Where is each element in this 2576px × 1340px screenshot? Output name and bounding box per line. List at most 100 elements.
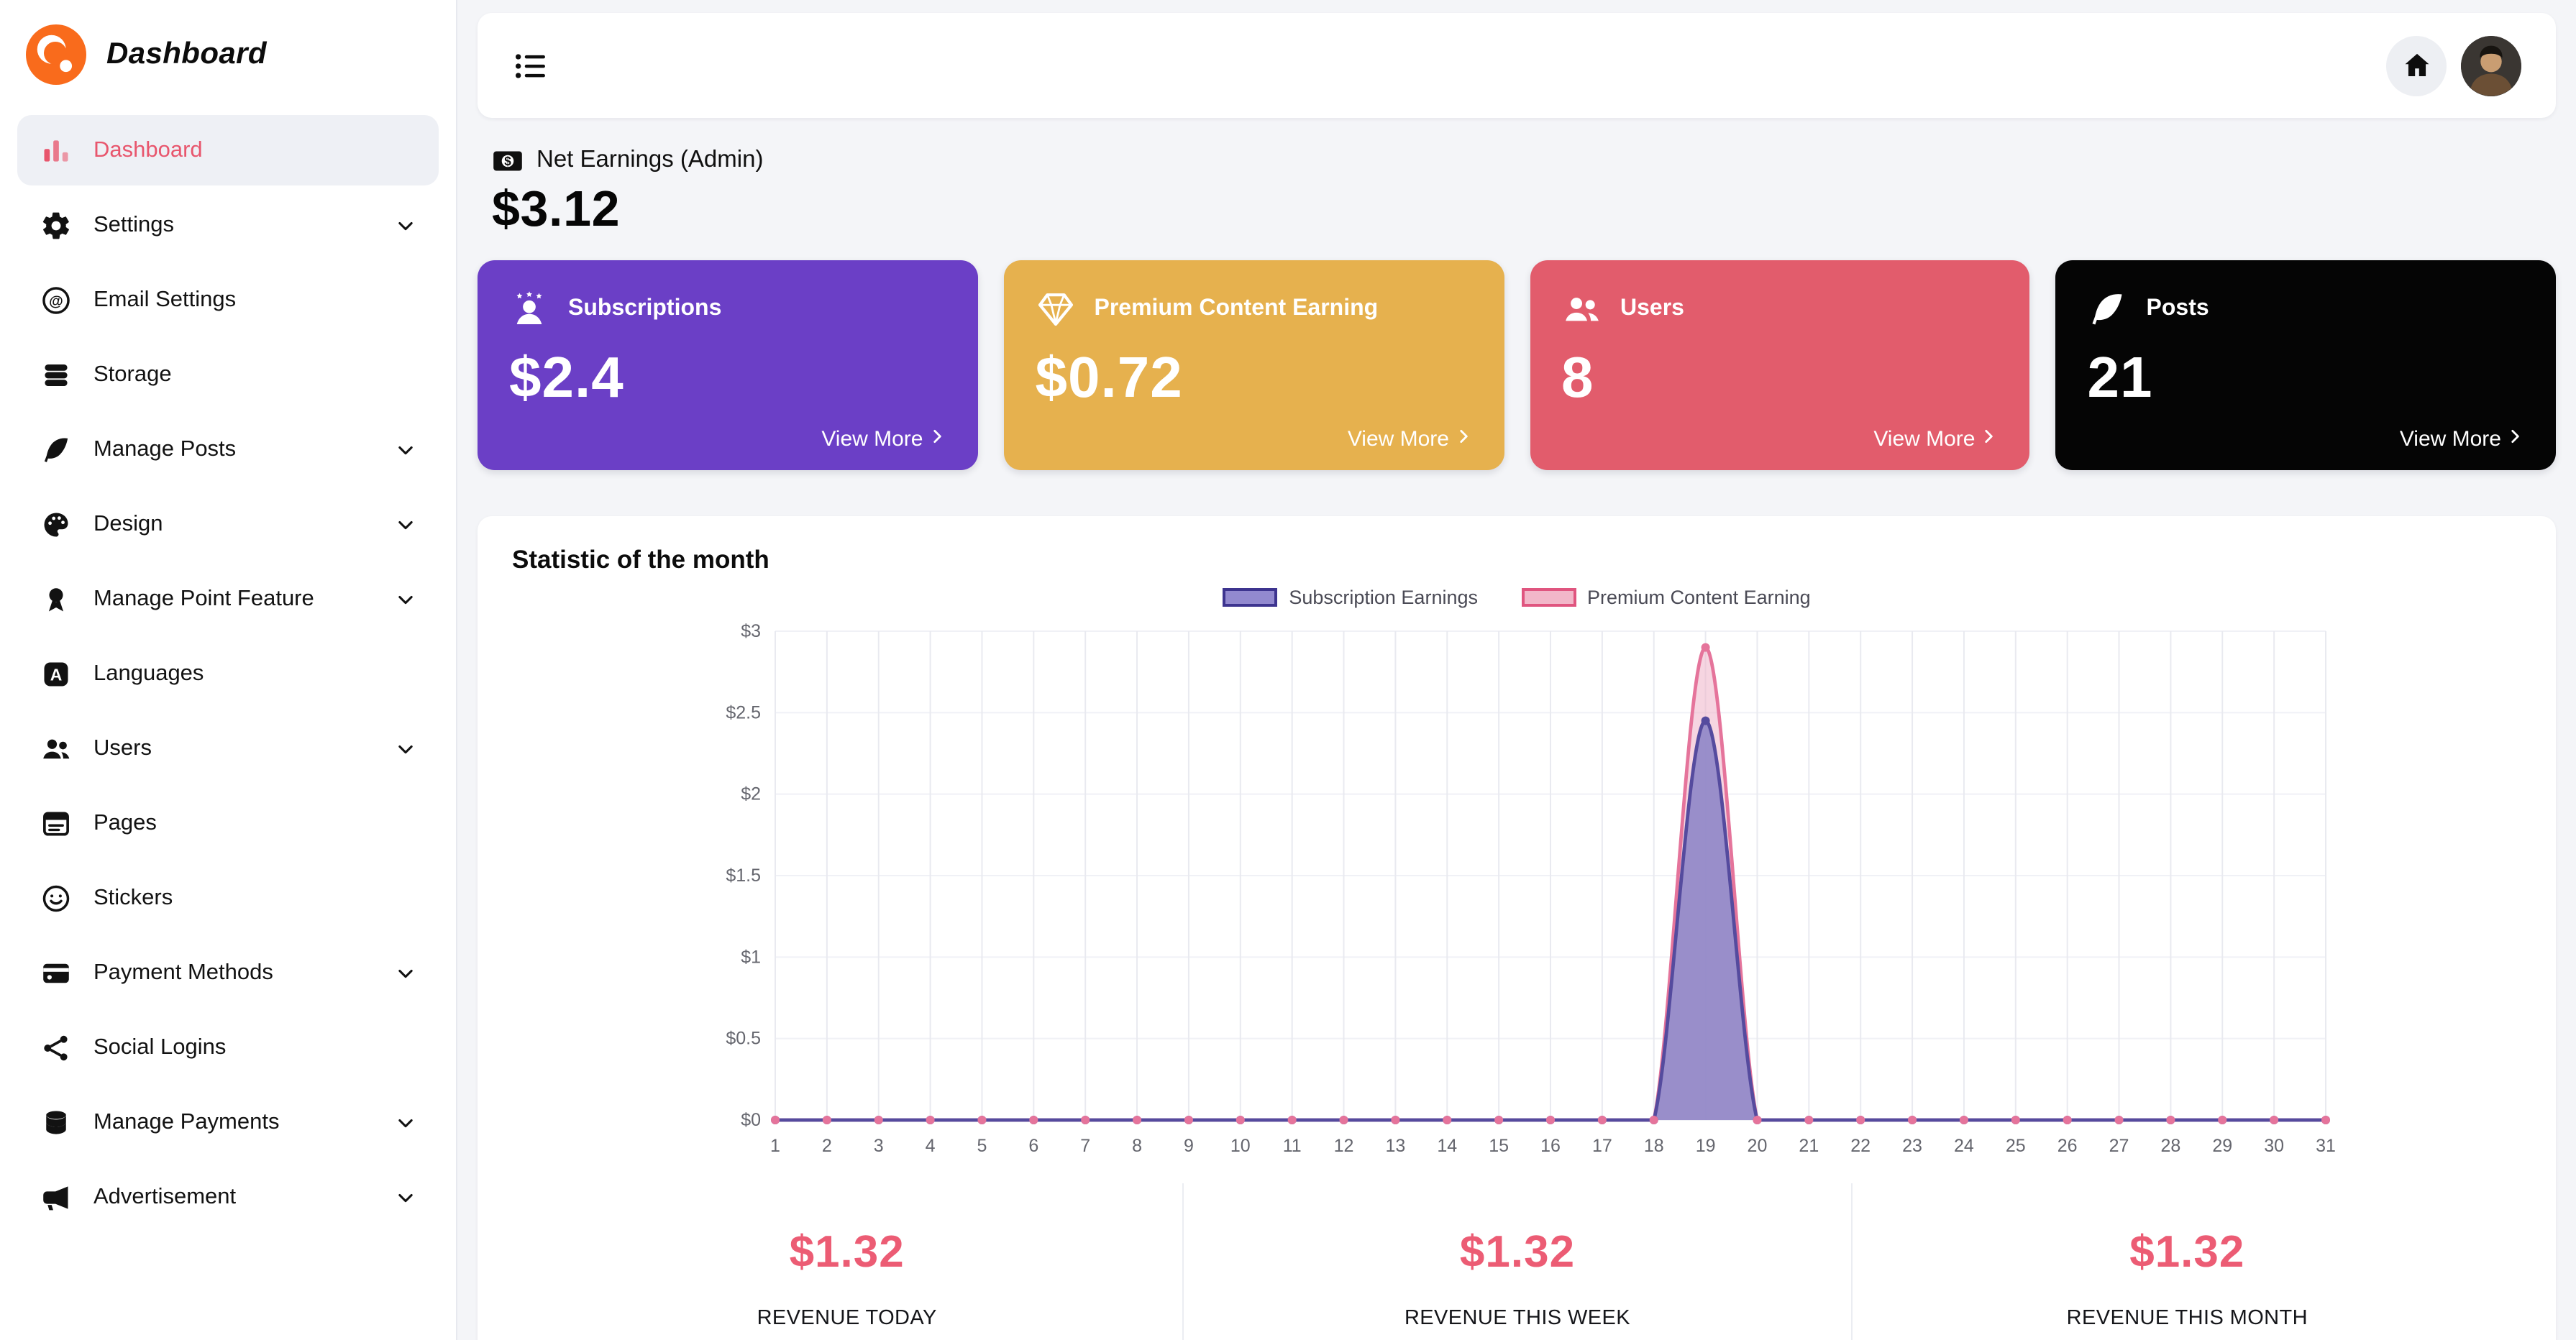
sidebar-item-label: Email Settings bbox=[93, 287, 236, 313]
svg-text:18: 18 bbox=[1643, 1136, 1663, 1156]
revenue-stat-revenue-this-week: $1.32REVENUE THIS WEEK bbox=[1182, 1183, 1851, 1340]
svg-text:23: 23 bbox=[1901, 1136, 1922, 1156]
svg-text:21: 21 bbox=[1798, 1136, 1818, 1156]
revenue-label: REVENUE THIS WEEK bbox=[1183, 1307, 1851, 1330]
group-icon bbox=[1561, 289, 1602, 329]
net-earnings-label: Net Earnings (Admin) bbox=[536, 147, 763, 174]
sidebar-item-manage-point-feature[interactable]: Manage Point Feature bbox=[17, 564, 439, 634]
svg-text:11: 11 bbox=[1282, 1136, 1301, 1156]
dashboard-icon bbox=[40, 134, 72, 166]
sidebar-item-storage[interactable]: Storage bbox=[17, 339, 439, 410]
card-icon bbox=[40, 957, 72, 988]
logo-title: Dashboard bbox=[106, 37, 267, 72]
stat-card-value: 8 bbox=[1561, 347, 1999, 411]
chart-area: $0$0.5$1$1.5$2$2.5$312345678910111213141… bbox=[682, 614, 2351, 1163]
sidebar-item-label: Storage bbox=[93, 362, 172, 387]
chart-legend: Subscription Earnings Premium Content Ear… bbox=[512, 587, 2521, 608]
stat-card-value: $0.72 bbox=[1036, 347, 1473, 411]
svg-text:31: 31 bbox=[2315, 1136, 2335, 1156]
legend-swatch bbox=[1223, 588, 1277, 607]
sidebar-item-pages[interactable]: Pages bbox=[17, 788, 439, 858]
palette-icon bbox=[40, 508, 72, 540]
svg-text:24: 24 bbox=[1953, 1136, 1973, 1156]
sidebar-item-label: Design bbox=[93, 511, 163, 537]
chevron-right-icon bbox=[2506, 427, 2524, 451]
legend-item-subscription-earnings[interactable]: Subscription Earnings bbox=[1223, 587, 1478, 608]
sidebar-item-design[interactable]: Design bbox=[17, 489, 439, 559]
legend-item-premium-content-earning[interactable]: Premium Content Earning bbox=[1521, 587, 1811, 608]
sidebar-item-users[interactable]: Users bbox=[17, 713, 439, 784]
sidebar-item-payment-methods[interactable]: Payment Methods bbox=[17, 937, 439, 1008]
sidebar-item-stickers[interactable]: Stickers bbox=[17, 863, 439, 933]
sidebar-item-settings[interactable]: Settings bbox=[17, 190, 439, 260]
logo[interactable]: Dashboard bbox=[0, 0, 456, 105]
users-icon bbox=[40, 733, 72, 764]
sidebar-item-advertisement[interactable]: Advertisement bbox=[17, 1162, 439, 1232]
svg-text:14: 14 bbox=[1436, 1136, 1456, 1156]
sidebar-item-manage-payments[interactable]: Manage Payments bbox=[17, 1087, 439, 1157]
svg-text:27: 27 bbox=[2109, 1136, 2129, 1156]
chevron-right-icon bbox=[928, 427, 946, 451]
svg-text:20: 20 bbox=[1747, 1136, 1767, 1156]
svg-text:13: 13 bbox=[1384, 1136, 1405, 1156]
sidebar-item-languages[interactable]: ALanguages bbox=[17, 638, 439, 709]
stat-card-posts: Posts21View More bbox=[2056, 260, 2557, 470]
svg-text:$: $ bbox=[504, 154, 511, 168]
medal-icon bbox=[40, 583, 72, 615]
svg-text:30: 30 bbox=[2263, 1136, 2283, 1156]
net-earnings-value: $3.12 bbox=[492, 181, 2544, 239]
svg-text:26: 26 bbox=[2057, 1136, 2077, 1156]
money-icon: $ bbox=[492, 147, 524, 173]
stat-card-subscriptions: Subscriptions $2.4 View More bbox=[478, 260, 978, 470]
sidebar-item-label: Manage Payments bbox=[93, 1109, 280, 1135]
view-more-button[interactable]: View More bbox=[1339, 426, 1481, 453]
svg-text:5: 5 bbox=[977, 1136, 987, 1156]
at-icon: @ bbox=[40, 284, 72, 316]
view-more-button[interactable]: View More bbox=[1865, 426, 2006, 453]
sidebar-item-label: Manage Posts bbox=[93, 436, 236, 462]
topbar bbox=[478, 13, 2556, 118]
sidebar-item-social-logins[interactable]: Social Logins bbox=[17, 1012, 439, 1083]
chevron-right-icon bbox=[1453, 427, 1472, 451]
stat-card-header: Posts bbox=[2088, 289, 2525, 329]
avatar-button[interactable] bbox=[2461, 35, 2521, 96]
svg-text:$3: $3 bbox=[740, 621, 760, 641]
view-more-label: View More bbox=[1348, 427, 1449, 451]
diamond-icon bbox=[1036, 289, 1076, 329]
svg-text:@: @ bbox=[49, 293, 63, 308]
statistics-title: Statistic of the month bbox=[512, 545, 2521, 575]
sidebar-menu: DashboardSettings @ Email Settings Storage M… bbox=[0, 105, 456, 1242]
translate-icon: A bbox=[40, 658, 72, 689]
stat-card-header: Premium Content Earning bbox=[1036, 289, 1473, 329]
svg-text:19: 19 bbox=[1695, 1136, 1715, 1156]
menu-toggle-button[interactable] bbox=[512, 47, 549, 84]
sidebar-item-dashboard[interactable]: Dashboard bbox=[17, 115, 439, 185]
sidebar-item-manage-posts[interactable]: Manage Posts bbox=[17, 414, 439, 485]
user-avatar bbox=[2461, 35, 2521, 96]
gear-icon bbox=[40, 209, 72, 241]
svg-text:$2.5: $2.5 bbox=[725, 702, 760, 722]
stat-card-title: Posts bbox=[2147, 296, 2209, 322]
statistics-card: Statistic of the month Subscription Earn… bbox=[478, 516, 2556, 1340]
view-more-button[interactable]: View More bbox=[813, 426, 954, 453]
home-button[interactable] bbox=[2386, 35, 2447, 96]
svg-text:29: 29 bbox=[2211, 1136, 2232, 1156]
stat-card-value: $2.4 bbox=[509, 347, 946, 411]
sidebar-item-email-settings[interactable]: @ Email Settings bbox=[17, 265, 439, 335]
chevron-down-icon bbox=[396, 439, 416, 459]
svg-text:25: 25 bbox=[2005, 1136, 2025, 1156]
coins-icon bbox=[40, 1106, 72, 1138]
stat-card-title: Subscriptions bbox=[568, 296, 721, 322]
chevron-down-icon bbox=[396, 589, 416, 609]
revenue-stat-revenue-today: $1.32REVENUE TODAY bbox=[512, 1183, 1182, 1340]
view-more-label: View More bbox=[821, 427, 923, 451]
stat-card-title: Premium Content Earning bbox=[1095, 296, 1379, 322]
svg-text:28: 28 bbox=[2160, 1136, 2180, 1156]
sidebar-item-label: Social Logins bbox=[93, 1034, 226, 1060]
view-more-button[interactable]: View More bbox=[2391, 426, 2533, 453]
database-icon bbox=[40, 359, 72, 390]
share-icon bbox=[40, 1032, 72, 1063]
revenue-value: $1.32 bbox=[1853, 1226, 2521, 1278]
svg-text:3: 3 bbox=[873, 1136, 883, 1156]
svg-text:$2: $2 bbox=[740, 784, 760, 804]
